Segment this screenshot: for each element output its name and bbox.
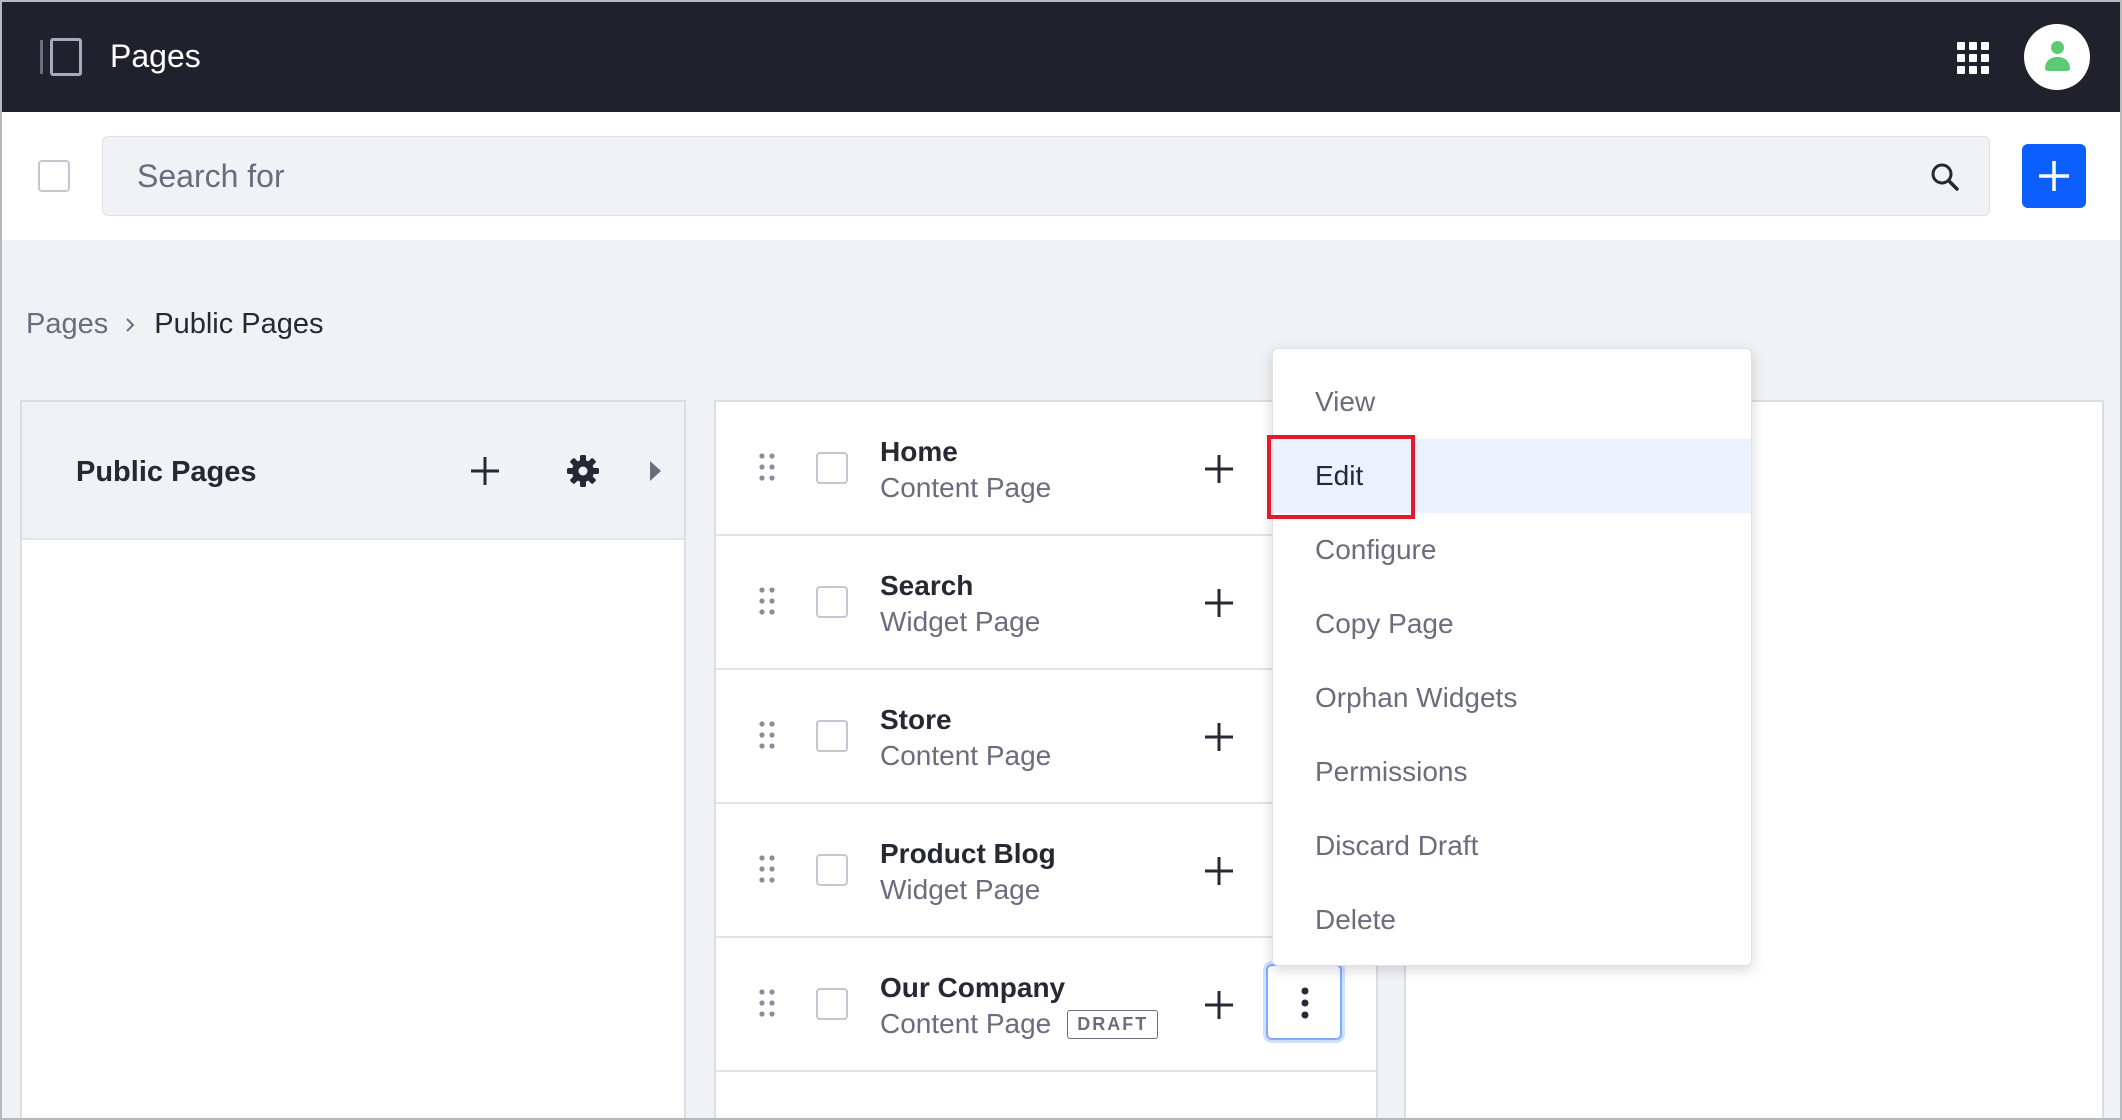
menu-item-delete[interactable]: Delete (1273, 883, 1751, 957)
add-child-page-icon[interactable] (1202, 854, 1236, 888)
page-type: Widget Page (880, 606, 1040, 638)
page-title[interactable]: Our Company (880, 972, 1065, 1004)
breadcrumb-item-public-pages: Public Pages (154, 308, 324, 340)
tree-column: Public Pages (20, 400, 686, 1118)
page-row-checkbox[interactable] (816, 720, 848, 752)
menu-item-permissions[interactable]: Permissions (1273, 735, 1751, 809)
drag-handle-icon[interactable] (758, 452, 776, 482)
menu-item-label: Discard Draft (1315, 830, 1479, 861)
top-bar: Pages (2, 2, 2120, 112)
page-row-checkbox[interactable] (816, 586, 848, 618)
page-type-label: Widget Page (880, 606, 1041, 637)
apps-grid-icon[interactable] (1957, 42, 1989, 74)
caret-right-icon[interactable] (646, 458, 664, 484)
tree-column-title: Public Pages (76, 456, 257, 488)
menu-item-discard-draft[interactable]: Discard Draft (1273, 809, 1751, 883)
menu-item-view[interactable]: View (1273, 365, 1751, 439)
drag-handle-icon[interactable] (758, 854, 776, 884)
page-type-label: Content Page (880, 740, 1052, 771)
sidebar-toggle-icon[interactable] (40, 38, 84, 76)
page-type-label: Content Page (880, 1008, 1052, 1039)
gear-icon[interactable] (566, 454, 600, 488)
page-title[interactable]: Store (880, 704, 952, 736)
menu-item-copy-page[interactable]: Copy Page (1273, 587, 1751, 661)
menu-item-label: Copy Page (1315, 608, 1454, 639)
page-type: Content Page (880, 472, 1051, 504)
chevron-right-icon (126, 317, 135, 332)
add-page-button[interactable] (2022, 144, 2086, 208)
empty-row (716, 1072, 1376, 1118)
page-type-label: Content Page (880, 472, 1052, 503)
vertical-ellipsis-icon (1301, 987, 1309, 1019)
page-actions-kebab-button[interactable] (1266, 964, 1342, 1040)
page-title[interactable]: Search (880, 570, 973, 602)
plus-icon (2039, 161, 2069, 191)
page-type-label: Widget Page (880, 874, 1041, 905)
add-child-page-icon[interactable] (1202, 988, 1236, 1022)
menu-item-label: View (1315, 386, 1376, 417)
add-child-page-icon[interactable] (1202, 586, 1236, 620)
page-title[interactable]: Product Blog (880, 838, 1056, 870)
menu-item-orphan-widgets[interactable]: Orphan Widgets (1273, 661, 1751, 735)
page-row-checkbox[interactable] (816, 854, 848, 886)
user-avatar-icon[interactable] (2024, 24, 2090, 90)
page-row-checkbox[interactable] (816, 452, 848, 484)
plus-icon[interactable] (468, 454, 502, 488)
menu-item-configure[interactable]: Configure (1273, 513, 1751, 587)
search-field[interactable] (102, 136, 1990, 216)
add-child-page-icon[interactable] (1202, 452, 1236, 486)
drag-handle-icon[interactable] (758, 586, 776, 616)
management-toolbar (2, 112, 2120, 240)
search-input[interactable] (103, 137, 1989, 215)
page-row-checkbox[interactable] (816, 988, 848, 1020)
menu-item-label: Delete (1315, 904, 1396, 935)
select-all-checkbox[interactable] (38, 160, 70, 192)
app-title: Pages (110, 38, 201, 74)
menu-item-label: Configure (1315, 534, 1437, 565)
app-window: Pages Pages Public Pages (0, 0, 2122, 1120)
menu-item-label: Permissions (1315, 756, 1468, 787)
menu-item-label: Orphan Widgets (1315, 682, 1518, 713)
breadcrumb: Pages Public Pages (26, 308, 324, 341)
drag-handle-icon[interactable] (758, 720, 776, 750)
add-child-page-icon[interactable] (1202, 720, 1236, 754)
draft-badge: DRAFT (1067, 1009, 1159, 1039)
tree-column-header[interactable]: Public Pages (22, 402, 684, 540)
breadcrumb-item-pages[interactable]: Pages (26, 308, 108, 341)
menu-item-edit[interactable]: Edit (1267, 435, 1751, 519)
search-icon[interactable] (1929, 161, 1961, 193)
page-type: Content Page (880, 740, 1051, 772)
page-type: Content Page DRAFT (880, 1008, 1159, 1040)
page-type: Widget Page (880, 874, 1040, 906)
drag-handle-icon[interactable] (758, 988, 776, 1018)
highlight-box (1267, 435, 1415, 519)
page-title[interactable]: Home (880, 436, 958, 468)
page-actions-menu: View Edit Configure Copy Page Orphan Widgets… (1267, 348, 1752, 966)
